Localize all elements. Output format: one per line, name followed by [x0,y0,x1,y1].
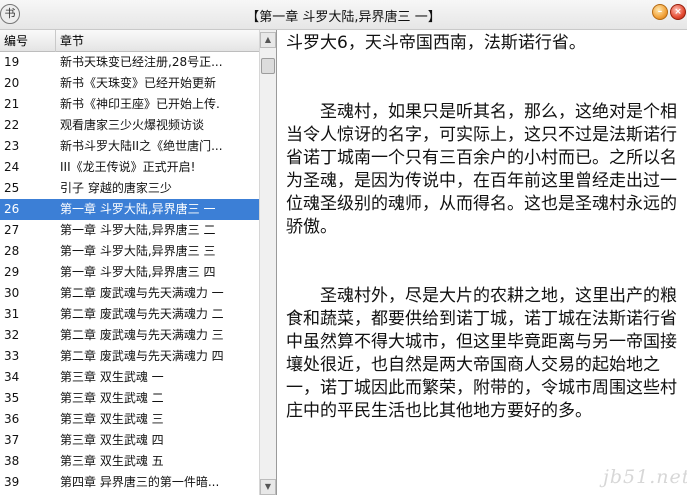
chapter-row[interactable]: 31 第二章 废武魂与先天满魂力 二 [0,304,259,325]
chapter-number: 38 [4,454,20,468]
chapter-row[interactable]: 20 新书《天珠变》已经开始更新 [0,73,259,94]
minimize-icon: – [657,7,663,17]
chapter-title: 第二章 废武魂与先天满魂力 三 [60,328,224,342]
chapter-row[interactable]: 23 新书斗罗大陆II之《绝世唐门... [0,136,259,157]
chapter-row[interactable]: 22 观看唐家三少火爆视频访谈 [0,115,259,136]
chapter-title: 第三章 双生武魂 二 [60,391,164,405]
chapter-number: 25 [4,181,20,195]
chapter-number: 21 [4,97,20,111]
chapter-paragraph: 斗罗大6，天斗帝国西南，法斯诺行省。 [286,33,586,53]
chapter-title: 第一章 斗罗大陆,异界唐三 三 [60,244,216,258]
chapter-row[interactable]: 24 III《龙王传说》正式开启! [0,157,259,178]
reading-pane[interactable]: 斗罗大6，天斗帝国西南，法斯诺行省。圣魂村，如果只是听其名，那么，这绝对是个相当… [278,30,687,495]
chapter-number: 36 [4,412,20,426]
chapter-row[interactable]: 39 第四章 异界唐三的第一件暗... [0,472,259,493]
chapter-title: 第三章 双生武魂 一 [60,370,164,384]
close-icon: × [674,7,682,17]
chapter-row[interactable]: 32 第二章 废武魂与先天满魂力 三 [0,325,259,346]
chapter-row[interactable]: 35 第三章 双生武魂 二 [0,388,259,409]
column-header-number[interactable]: 编号 [0,30,56,52]
close-button[interactable]: × [670,4,686,20]
chapter-number: 30 [4,286,20,300]
chapter-number: 35 [4,391,20,405]
chapter-number: 34 [4,370,20,384]
chapter-title: 新书斗罗大陆II之《绝世唐门... [60,139,223,153]
chapter-title: III《龙王传说》正式开启! [60,160,196,174]
chapter-number: 24 [4,160,20,174]
chapter-row[interactable]: 36 第三章 双生武魂 三 [0,409,259,430]
chapter-row[interactable]: 37 第三章 双生武魂 四 [0,430,259,451]
chapter-number: 22 [4,118,20,132]
list-header: 编号 章节 [0,30,259,52]
chapter-title: 第四章 异界唐三的第一件暗... [60,475,220,489]
chapter-row[interactable]: 26 第一章 斗罗大陆,异界唐三 一 [0,199,259,220]
column-header-chapter[interactable]: 章节 [57,30,84,52]
chapter-row[interactable]: 21 新书《神印王座》已开始上传. [0,94,259,115]
chapter-row[interactable]: 19 新书天珠变已经注册,28号正... [0,52,259,73]
scroll-down-icon[interactable]: ▼ [260,479,276,495]
chapter-paragraph: 圣魂村，如果只是听其名，那么，这绝对是个相当令人惊讶的名字，可实际上，这只不过是… [286,102,677,237]
chapter-number: 32 [4,328,20,342]
chapter-title: 第二章 废武魂与先天满魂力 四 [60,349,224,363]
chapter-title: 新书《神印王座》已开始上传. [60,97,220,111]
chapter-row[interactable]: 29 第一章 斗罗大陆,异界唐三 四 [0,262,259,283]
chapter-title: 第二章 废武魂与先天满魂力 一 [60,286,224,300]
chapter-number: 28 [4,244,20,258]
window-title: 【第一章 斗罗大陆,异界唐三 一】 [246,10,441,25]
chapter-number: 37 [4,433,20,447]
chapter-row[interactable]: 30 第二章 废武魂与先天满魂力 一 [0,283,259,304]
chapter-row[interactable]: 38 第三章 双生武魂 五 [0,451,259,472]
chapter-title: 新书天珠变已经注册,28号正... [60,55,223,69]
chapter-title: 新书《天珠变》已经开始更新 [60,76,217,90]
chapter-row[interactable]: 33 第二章 废武魂与先天满魂力 四 [0,346,259,367]
minimize-button[interactable]: – [652,4,668,20]
chapter-title: 观看唐家三少火爆视频访谈 [60,118,205,132]
chapter-number: 29 [4,265,20,279]
chapter-number: 27 [4,223,20,237]
chapter-list: 19 新书天珠变已经注册,28号正... 20 新书《天珠变》已经开始更新 21 新书《神… [0,52,259,493]
chapter-number: 19 [4,55,20,69]
chapter-row[interactable]: 34 第三章 双生武魂 一 [0,367,259,388]
chapter-title: 第三章 双生武魂 五 [60,454,164,468]
chapter-title: 第二章 废武魂与先天满魂力 二 [60,307,224,321]
chapter-row[interactable]: 25 引子 穿越的唐家三少 [0,178,259,199]
scroll-up-icon[interactable]: ▲ [260,32,276,48]
chapter-number: 20 [4,76,20,90]
chapter-paragraph: 圣魂村外，尽是大片的农耕之地，这里出产的粮食和蔬菜，都要供给到诺丁城，诺丁城在法… [286,286,677,421]
chapter-number: 39 [4,475,20,489]
chapter-title: 第三章 双生武魂 四 [60,433,164,447]
chapter-title: 第一章 斗罗大陆,异界唐三 一 [60,202,216,216]
chapter-title: 第一章 斗罗大陆,异界唐三 四 [60,265,216,279]
list-scrollbar[interactable]: ▲ ▼ [259,30,276,495]
chapter-number: 26 [4,202,20,216]
chapter-number: 23 [4,139,20,153]
chapter-number: 33 [4,349,20,363]
title-bar: 书 【第一章 斗罗大陆,异界唐三 一】 – × [0,0,687,30]
chapter-row[interactable]: 28 第一章 斗罗大陆,异界唐三 三 [0,241,259,262]
chapter-title: 第一章 斗罗大陆,异界唐三 二 [60,223,216,237]
chapter-number: 31 [4,307,20,321]
chapter-row[interactable]: 27 第一章 斗罗大陆,异界唐三 二 [0,220,259,241]
scroll-thumb[interactable] [261,58,275,74]
chapter-title: 引子 穿越的唐家三少 [60,181,172,195]
chapter-title: 第三章 双生武魂 三 [60,412,164,426]
watermark: jb51.net [603,466,687,488]
chapter-list-pane: 编号 章节 19 新书天珠变已经注册,28号正... 20 新书《天珠变》已经开始更新… [0,30,277,495]
